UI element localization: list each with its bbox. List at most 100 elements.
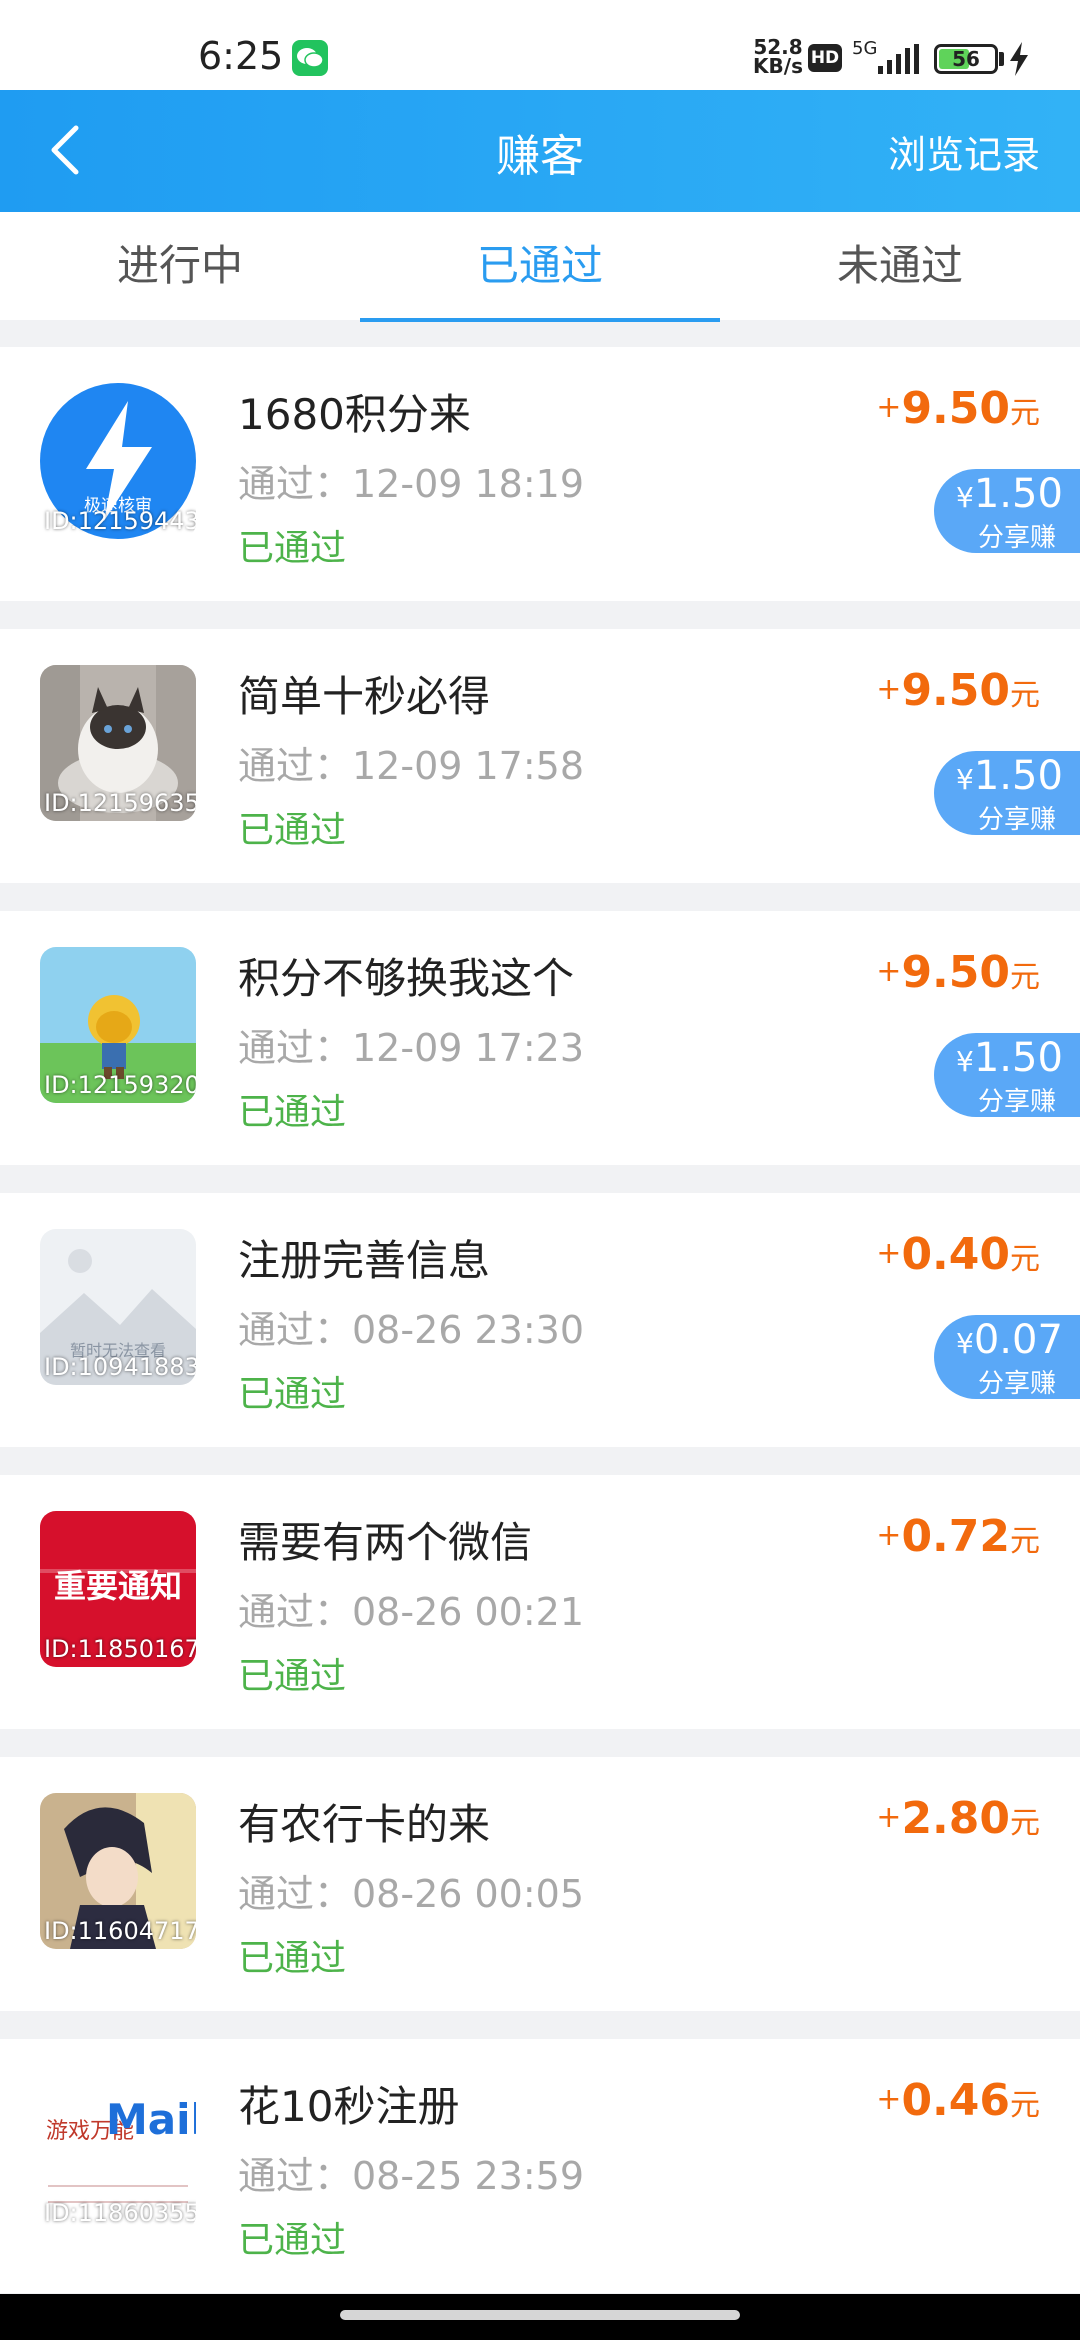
share-amount: ¥1.50 [956, 1035, 1063, 1081]
task-approved-time: 通过：12-09 17:23 [238, 1026, 585, 1070]
reward-value: 0.46 [901, 2075, 1010, 2126]
task-approved-time: 通过：08-26 23:30 [238, 1308, 585, 1352]
share-earn-button[interactable]: ¥1.50 分享赚 [934, 751, 1080, 835]
reward-amount: +0.46元 [876, 2075, 1040, 2126]
reward-unit: 元 [1010, 396, 1040, 431]
reward-amount: +9.50元 [876, 947, 1040, 998]
task-id: ID:12159320 [44, 1071, 196, 1099]
reward-value: 0.72 [901, 1511, 1010, 1562]
share-earn-button[interactable]: ¥0.07 分享赚 [934, 1315, 1080, 1399]
back-button[interactable] [36, 114, 108, 186]
reward-plus: + [876, 1518, 902, 1553]
yen-symbol: ¥ [956, 1327, 974, 1360]
reward-value: 9.50 [901, 947, 1010, 998]
reward-unit: 元 [1010, 1806, 1040, 1841]
reward-amount: +9.50元 [876, 665, 1040, 716]
task-id: ID:11860355 [44, 2199, 196, 2227]
charging-icon [1010, 42, 1028, 76]
yen-symbol: ¥ [956, 1045, 974, 1078]
reward-amount: +0.72元 [876, 1511, 1040, 1562]
task-title: 花10秒注册 [238, 2082, 460, 2131]
home-indicator[interactable] [340, 2310, 740, 2320]
task-card[interactable]: 重要通知 ID:11850167 需要有两个微信 通过：08-26 00:21 … [0, 1475, 1080, 1729]
reward-plus: + [876, 1800, 902, 1835]
reward-amount: +2.80元 [876, 1793, 1040, 1844]
reward-value: 0.40 [901, 1229, 1010, 1280]
task-status: 已通过 [238, 1374, 347, 1415]
task-approved-time: 通过：08-25 23:59 [238, 2154, 585, 2198]
share-label: 分享赚 [978, 523, 1057, 553]
thumb-caption: 重要通知 [53, 1567, 182, 1605]
task-title: 简单十秒必得 [238, 672, 491, 721]
reward-unit: 元 [1010, 2088, 1040, 2123]
task-status: 已通过 [238, 1656, 347, 1697]
task-status: 已通过 [238, 1092, 347, 1133]
app-header: 赚客 浏览记录 [0, 90, 1080, 212]
task-thumbnail: 暂时无法查看 ID:10941883 [40, 1229, 196, 1385]
active-tab-indicator [360, 318, 720, 322]
share-amount: ¥0.07 [956, 1317, 1063, 1363]
share-earn-button[interactable]: ¥1.50 分享赚 [934, 469, 1080, 553]
share-amount-value: 1.50 [973, 1035, 1063, 1081]
task-status: 已通过 [238, 528, 347, 569]
task-thumbnail: 游戏万能 Mail ID:11860355 [40, 2075, 196, 2231]
task-card[interactable]: 游戏万能 Mail ID:11860355 花10秒注册 通过：08-25 23… [0, 2039, 1080, 2293]
reward-unit: 元 [1010, 1242, 1040, 1277]
task-thumbnail: ID:12159320 [40, 947, 196, 1103]
battery-level: 56 [952, 47, 980, 71]
yen-symbol: ¥ [956, 763, 974, 796]
task-id: ID:12159443 [44, 507, 196, 535]
reward-unit: 元 [1010, 678, 1040, 713]
reward-plus: + [876, 1236, 902, 1271]
reward-plus: + [876, 954, 902, 989]
tab-rejected[interactable]: 未通过 [720, 212, 1080, 320]
task-card[interactable]: ID:12159320 积分不够换我这个 通过：12-09 17:23 已通过 … [0, 911, 1080, 1165]
task-id: ID:11850167 [44, 1635, 196, 1663]
chevron-left-icon [51, 125, 79, 175]
task-thumbnail: ID:12159635 [40, 665, 196, 821]
task-approved-time: 通过：08-26 00:05 [238, 1872, 585, 1916]
share-earn-button[interactable]: ¥1.50 分享赚 [934, 1033, 1080, 1117]
task-card[interactable]: 极速核审 ID:12159443 1680积分来 通过：12-09 18:19 … [0, 347, 1080, 601]
reward-unit: 元 [1010, 960, 1040, 995]
browse-history-button[interactable]: 浏览记录 [888, 124, 1040, 179]
tab-in-progress[interactable]: 进行中 [0, 212, 360, 320]
task-card[interactable]: ID:11604717 有农行卡的来 通过：08-26 00:05 已通过 +2… [0, 1757, 1080, 2011]
task-id: ID:12159635 [44, 789, 196, 817]
share-amount-value: 0.07 [973, 1317, 1063, 1363]
task-approved-time: 通过：12-09 17:58 [238, 744, 585, 788]
task-thumbnail: ID:11604717 [40, 1793, 196, 1949]
task-title: 有农行卡的来 [238, 1800, 491, 1849]
reward-plus: + [876, 390, 902, 425]
reward-plus: + [876, 2082, 902, 2117]
battery-icon: 56 [934, 44, 998, 74]
task-id: ID:11604717 [44, 1917, 196, 1945]
share-label: 分享赚 [978, 1087, 1057, 1117]
task-title: 积分不够换我这个 [238, 954, 575, 1003]
yen-symbol: ¥ [956, 481, 974, 514]
signal-icon [878, 44, 919, 74]
share-label: 分享赚 [978, 1369, 1057, 1399]
battery-cap [999, 52, 1004, 66]
task-status: 已通过 [238, 1938, 347, 1979]
task-approved-time: 通过：12-09 18:19 [238, 462, 585, 506]
thumb-mail-logo: Mail [106, 2095, 196, 2144]
task-status: 已通过 [238, 810, 347, 851]
task-id: ID:10941883 [44, 1353, 196, 1381]
tab-bar: 进行中 已通过 未通过 [0, 212, 1080, 322]
tab-approved[interactable]: 已通过 [360, 212, 720, 320]
task-thumbnail: 重要通知 ID:11850167 [40, 1511, 196, 1667]
reward-value: 9.50 [901, 665, 1010, 716]
system-nav-bar [0, 2294, 1080, 2340]
network-speed: 52.8 KB/s [752, 37, 804, 76]
wechat-icon [292, 40, 328, 76]
task-card[interactable]: 暂时无法查看 ID:10941883 注册完善信息 通过：08-26 23:30… [0, 1193, 1080, 1447]
hd-icon: HD [808, 44, 842, 72]
network-type: 5G [852, 38, 878, 59]
task-card[interactable]: ID:12159635 简单十秒必得 通过：12-09 17:58 已通过 +9… [0, 629, 1080, 883]
task-approved-time: 通过：08-26 00:21 [238, 1590, 585, 1634]
task-title: 需要有两个微信 [238, 1518, 533, 1567]
share-label: 分享赚 [978, 805, 1057, 835]
reward-amount: +9.50元 [876, 383, 1040, 434]
task-title: 1680积分来 [238, 390, 471, 439]
